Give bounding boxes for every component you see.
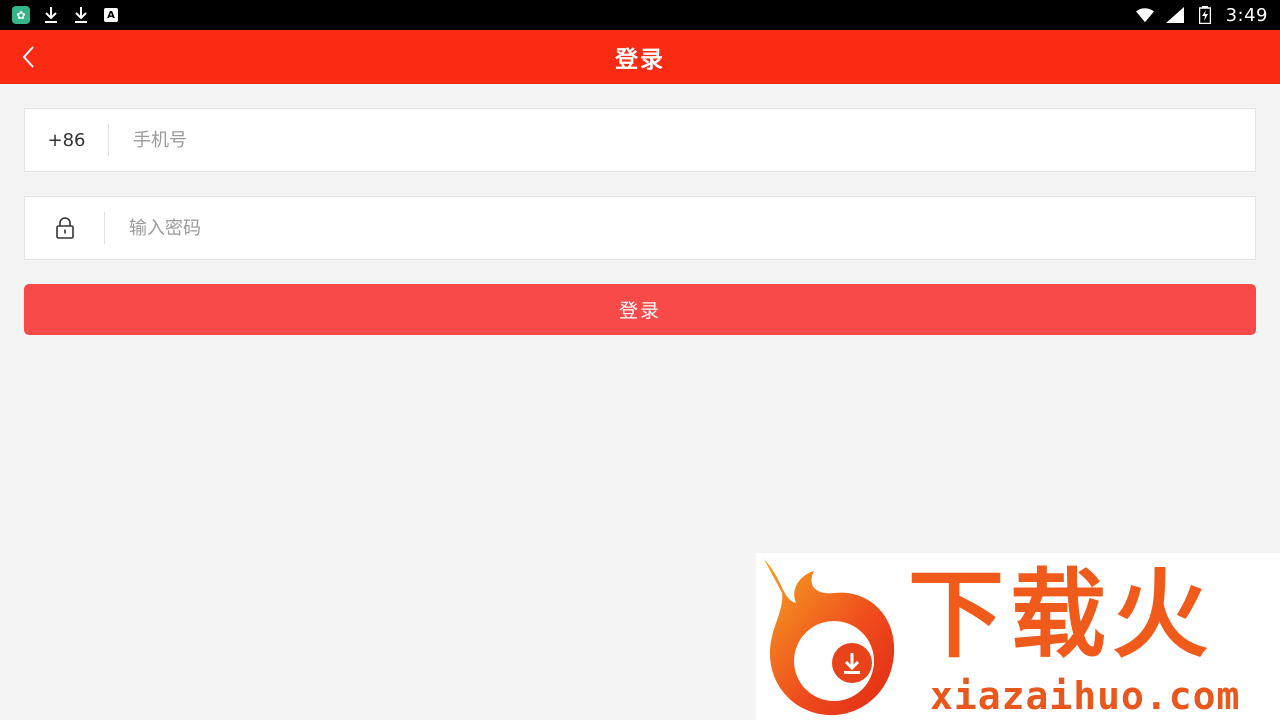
title-bar: 登录	[0, 30, 1280, 84]
watermark-en-text: xiazaihuo.com	[930, 674, 1241, 718]
lock-icon-wrap	[25, 212, 105, 244]
download-icon	[42, 6, 60, 24]
lock-icon	[55, 217, 74, 239]
app-notification-icon: ✿	[12, 6, 30, 24]
chevron-left-icon	[22, 46, 34, 68]
phone-input[interactable]	[109, 109, 1255, 171]
phone-row: +86	[24, 108, 1256, 172]
download-icon	[72, 6, 90, 24]
password-input[interactable]	[105, 197, 1255, 259]
status-right: 3:49	[1135, 4, 1268, 26]
flame-download-logo-icon	[764, 559, 895, 716]
status-bar: ✿ A 3:49	[0, 0, 1280, 30]
page-title: 登录	[615, 47, 665, 73]
battery-icon	[1196, 6, 1214, 24]
login-button[interactable]: 登录	[24, 284, 1256, 335]
password-row	[24, 196, 1256, 260]
wifi-icon	[1135, 6, 1154, 24]
watermark-text: 下载火 xiazaihuo.com	[906, 553, 1280, 720]
country-code[interactable]: +86	[25, 124, 109, 156]
back-button[interactable]	[16, 30, 40, 84]
status-time: 3:49	[1225, 4, 1268, 26]
a-icon: A	[102, 6, 120, 24]
watermark: 下载火 xiazaihuo.com	[756, 553, 1280, 720]
status-left: ✿ A	[12, 6, 120, 24]
watermark-cn-text: 下载火	[908, 559, 1214, 671]
signal-icon	[1165, 6, 1184, 24]
